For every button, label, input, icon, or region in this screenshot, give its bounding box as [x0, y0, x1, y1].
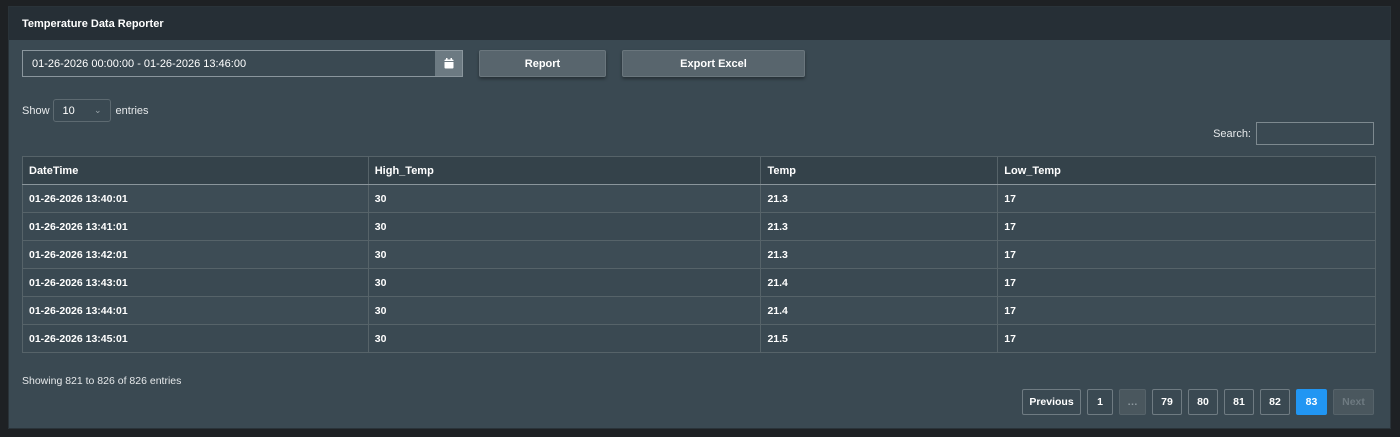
- export-excel-button[interactable]: Export Excel: [622, 50, 805, 77]
- cell-high-temp: 30: [367, 184, 762, 213]
- calendar-button[interactable]: [435, 51, 462, 76]
- date-range-group: [22, 50, 463, 77]
- previous-page-button[interactable]: Previous: [1022, 389, 1081, 415]
- next-page-button[interactable]: Next: [1333, 389, 1374, 415]
- column-header-low-temp[interactable]: Low_Temp: [997, 156, 1376, 185]
- cell-temp: 21.3: [760, 240, 999, 269]
- page-ellipsis: …: [1119, 389, 1146, 415]
- cell-datetime: 01-26-2026 13:44:01: [22, 296, 369, 325]
- table-info: Showing 821 to 826 of 826 entries: [22, 375, 182, 387]
- cell-datetime: 01-26-2026 13:41:01: [22, 212, 369, 241]
- page-length-value: 10: [62, 104, 75, 117]
- cell-temp: 21.4: [760, 296, 999, 325]
- page-button-79[interactable]: 79: [1152, 389, 1182, 415]
- cell-temp: 21.3: [760, 212, 999, 241]
- table-row: 01-26-2026 13:41:01 30 21.3 17: [22, 212, 1376, 241]
- show-label: Show: [22, 104, 50, 117]
- page-button-81[interactable]: 81: [1224, 389, 1254, 415]
- cell-low-temp: 17: [997, 212, 1376, 241]
- cell-high-temp: 30: [367, 240, 762, 269]
- calendar-icon: [444, 58, 454, 69]
- cell-datetime: 01-26-2026 13:40:01: [22, 184, 369, 213]
- data-table: DateTime High_Temp Temp Low_Temp 01-26-2…: [22, 156, 1376, 353]
- column-header-datetime[interactable]: DateTime: [22, 156, 369, 185]
- cell-low-temp: 17: [997, 268, 1376, 297]
- cell-low-temp: 17: [997, 240, 1376, 269]
- cell-datetime: 01-26-2026 13:45:01: [22, 324, 369, 353]
- table-row: 01-26-2026 13:43:01 30 21.4 17: [22, 268, 1376, 297]
- page-button-83-active[interactable]: 83: [1296, 389, 1327, 415]
- cell-temp: 21.3: [760, 184, 999, 213]
- page-length-control: Show 10 ⌄ entries: [22, 99, 149, 122]
- column-header-temp[interactable]: Temp: [760, 156, 999, 185]
- search-control: Search:: [1213, 122, 1374, 145]
- pagination: Previous 1 … 79 80 81 82 83 Next: [1016, 389, 1374, 415]
- search-label: Search:: [1213, 127, 1251, 140]
- cell-low-temp: 17: [997, 296, 1376, 325]
- search-input[interactable]: [1256, 122, 1374, 145]
- toolbar: Report Export Excel: [22, 50, 805, 77]
- page-button-1[interactable]: 1: [1087, 389, 1113, 415]
- cell-datetime: 01-26-2026 13:43:01: [22, 268, 369, 297]
- page-button-82[interactable]: 82: [1260, 389, 1290, 415]
- table-row: 01-26-2026 13:42:01 30 21.3 17: [22, 240, 1376, 269]
- cell-low-temp: 17: [997, 184, 1376, 213]
- chevron-down-icon: ⌄: [93, 105, 102, 115]
- cell-temp: 21.4: [760, 268, 999, 297]
- cell-datetime: 01-26-2026 13:42:01: [22, 240, 369, 269]
- cell-temp: 21.5: [760, 324, 999, 353]
- entries-label: entries: [115, 104, 149, 117]
- panel-title: Temperature Data Reporter: [9, 7, 1390, 40]
- table-header-row: DateTime High_Temp Temp Low_Temp: [22, 156, 1376, 185]
- date-range-input[interactable]: [23, 51, 435, 76]
- cell-high-temp: 30: [367, 296, 762, 325]
- table-row: 01-26-2026 13:45:01 30 21.5 17: [22, 324, 1376, 353]
- page-length-select[interactable]: 10 ⌄: [52, 99, 111, 122]
- report-button[interactable]: Report: [479, 50, 606, 77]
- reporter-panel: Temperature Data Reporter Report Export …: [8, 6, 1391, 429]
- cell-high-temp: 30: [367, 268, 762, 297]
- cell-high-temp: 30: [367, 212, 762, 241]
- table-row: 01-26-2026 13:44:01 30 21.4 17: [22, 296, 1376, 325]
- cell-low-temp: 17: [997, 324, 1376, 353]
- page-button-80[interactable]: 80: [1188, 389, 1218, 415]
- table-row: 01-26-2026 13:40:01 30 21.3 17: [22, 184, 1376, 213]
- column-header-high-temp[interactable]: High_Temp: [367, 156, 762, 185]
- cell-high-temp: 30: [367, 324, 762, 353]
